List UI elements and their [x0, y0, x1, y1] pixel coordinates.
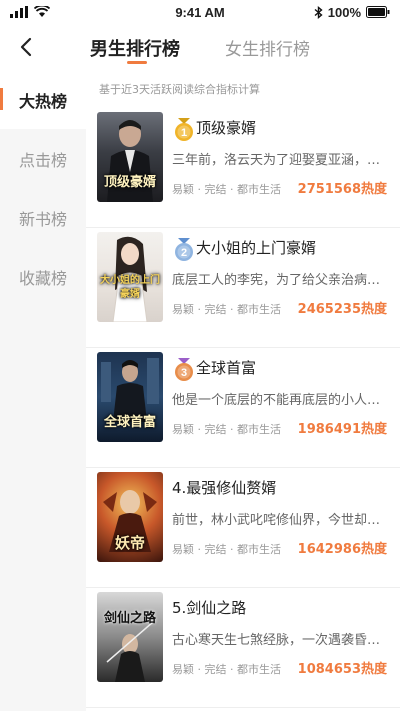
ranking-sidebar: 大热榜 点击榜 新书榜 收藏榜	[0, 70, 86, 711]
book-item[interactable]: 全球首富 3 全球首富 他是一个底层的不能再底层的小人物... 易颖 · 完结 …	[86, 348, 400, 468]
book-heat: 1084653热度	[297, 662, 387, 677]
book-cover[interactable]: 顶级豪婿	[97, 112, 163, 202]
book-heat: 2751568热度	[297, 182, 387, 197]
tab-male-ranking[interactable]: 男生排行榜	[90, 35, 180, 61]
sidebar-item-favorites[interactable]: 收藏榜	[0, 247, 86, 306]
svg-text:1: 1	[181, 127, 187, 139]
book-heat: 2465235热度	[297, 302, 387, 317]
book-title[interactable]: 大小姐的上门豪婿	[196, 237, 316, 258]
sidebar-item-new[interactable]: 新书榜	[0, 188, 86, 247]
back-icon[interactable]	[14, 34, 40, 60]
ranking-list: 基于近3天活跃阅读综合指标计算 顶级豪婿 1 顶级豪婿 三年前，洛云天为了迎娶夏…	[86, 70, 400, 711]
book-heat: 1642986热度	[297, 542, 387, 557]
cover-title: 顶级豪婿	[103, 175, 156, 190]
cover-figure	[106, 621, 154, 682]
cover-title: 妖帝	[114, 534, 145, 552]
cover-title: 全球首富	[103, 415, 156, 430]
ranking-note: 基于近3天活跃阅读综合指标计算	[99, 83, 260, 96]
book-item[interactable]: 剑仙之路 5.剑仙之路 古心寒天生七煞经脉，一次遇袭昏死过去... 易颖 · 完…	[86, 588, 400, 708]
battery-icon	[366, 6, 390, 18]
status-time: 9:41 AM	[175, 4, 225, 20]
book-description: 三年前，洛云天为了迎娶夏亚涵，离开家族...	[172, 153, 387, 168]
book-item[interactable]: 妖帝 4.最强修仙赘婿 前世，林小武叱咤修仙界，今世却意外... 易颖 · 完结…	[86, 468, 400, 588]
signal-icon	[10, 6, 28, 18]
book-title[interactable]: 顶级豪婿	[196, 117, 256, 138]
book-description: 底层工人的李宪，为了给父亲治病成为...	[172, 273, 387, 288]
book-cover[interactable]: 剑仙之路	[97, 592, 163, 682]
battery-percent: 100%	[327, 4, 361, 20]
rank-medal-gold-icon: 1	[175, 118, 193, 141]
book-cover[interactable]: 大小姐的上门豪婿	[97, 232, 163, 322]
status-left	[10, 6, 130, 18]
book-meta: 易颖 · 完结 · 都市生活	[172, 183, 281, 196]
book-title[interactable]: 4.最强修仙赘婿	[172, 477, 276, 498]
status-right: 100%	[270, 5, 390, 20]
book-title[interactable]: 全球首富	[196, 357, 256, 378]
header: 男生排行榜 女生排行榜	[0, 24, 400, 70]
rank-medal-silver-icon: 2	[175, 238, 193, 261]
wifi-icon	[34, 6, 50, 17]
book-item[interactable]: 大小姐的上门豪婿 2 大小姐的上门豪婿 底层工人的李宪，为了给父亲治病成为...…	[86, 228, 400, 348]
book-description: 他是一个底层的不能再底层的小人物...	[172, 393, 387, 408]
book-meta: 易颖 · 完结 · 都市生活	[172, 303, 281, 316]
svg-text:3: 3	[181, 367, 187, 379]
cover-title: 大小姐的上门豪婿	[100, 275, 160, 300]
book-description: 古心寒天生七煞经脉，一次遇袭昏死过去...	[172, 633, 387, 648]
svg-text:2: 2	[181, 247, 187, 259]
book-heat: 1986491热度	[297, 422, 387, 437]
bluetooth-icon	[314, 5, 323, 19]
book-meta: 易颖 · 完结 · 都市生活	[172, 543, 281, 556]
sidebar-item-hot[interactable]: 大热榜	[0, 70, 86, 129]
active-tab-indicator	[127, 61, 147, 64]
book-title[interactable]: 5.剑仙之路	[172, 597, 246, 618]
tab-female-ranking[interactable]: 女生排行榜	[225, 35, 310, 60]
sidebar-item-clicks[interactable]: 点击榜	[0, 129, 86, 188]
book-cover[interactable]: 全球首富	[97, 352, 163, 442]
book-description: 前世，林小武叱咤修仙界，今世却意外...	[172, 513, 387, 528]
book-meta: 易颖 · 完结 · 都市生活	[172, 663, 281, 676]
book-cover[interactable]: 妖帝	[97, 472, 163, 562]
book-item[interactable]: 顶级豪婿 1 顶级豪婿 三年前，洛云天为了迎娶夏亚涵，离开家族... 易颖 · …	[86, 108, 400, 228]
cover-title: 剑仙之路	[103, 611, 156, 626]
rank-medal-bronze-icon: 3	[175, 358, 193, 381]
book-meta: 易颖 · 完结 · 都市生活	[172, 423, 281, 436]
status-bar: 9:41 AM 100%	[0, 0, 400, 24]
